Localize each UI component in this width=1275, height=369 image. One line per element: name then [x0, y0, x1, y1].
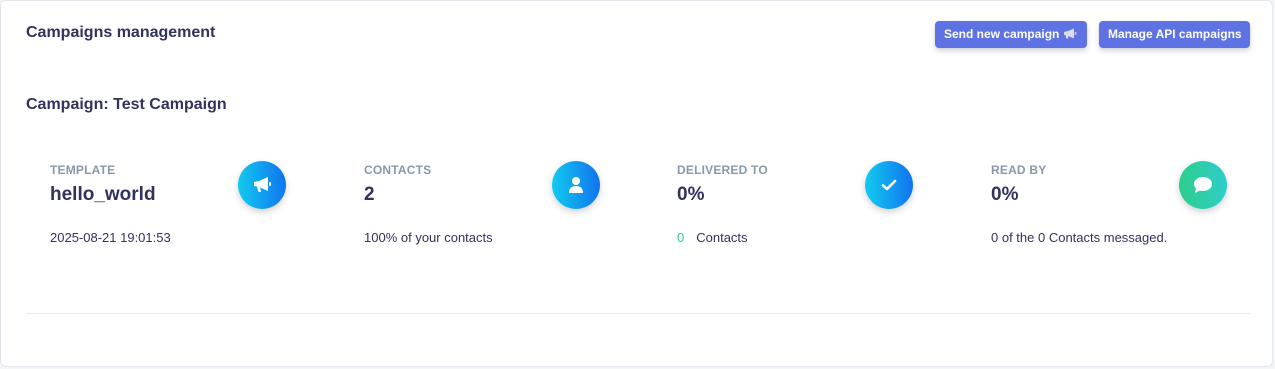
send-new-campaign-button[interactable]: Send new campaign: [935, 21, 1087, 48]
stat-read-label: READ BY: [991, 163, 1047, 177]
stat-contacts-footer: 100% of your contacts: [364, 230, 493, 245]
campaign-title: Campaign: Test Campaign: [26, 96, 227, 113]
stat-template-footer: 2025-08-21 19:01:53: [50, 230, 171, 245]
chat-bubble-icon: [1179, 161, 1227, 209]
send-new-campaign-label: Send new campaign: [944, 27, 1060, 41]
divider: [26, 313, 1250, 314]
stat-template-value: hello_world: [50, 184, 156, 205]
stat-read-footer: 0 of the 0 Contacts messaged.: [991, 230, 1168, 245]
stat-contacts: CONTACTS 2 100% of your contacts: [364, 161, 614, 251]
manage-api-campaigns-button[interactable]: Manage API campaigns: [1099, 21, 1250, 48]
stat-delivered-value: 0%: [677, 184, 705, 205]
stat-delivered-footer: 0 Contacts: [677, 230, 748, 245]
stat-contacts-label: CONTACTS: [364, 163, 432, 177]
stat-delivered-label: DELIVERED TO: [677, 163, 768, 177]
stat-contacts-value: 2: [364, 184, 375, 205]
stat-delivered-footer-text: Contacts: [696, 230, 748, 245]
stat-delivered: DELIVERED TO 0% 0 Contacts: [677, 161, 927, 251]
stat-read-value: 0%: [991, 184, 1019, 205]
campaign-card: Campaigns management Send new campaign M…: [0, 0, 1273, 367]
user-icon: [552, 161, 600, 209]
stat-template: TEMPLATE hello_world 2025-08-21 19:01:53: [50, 161, 300, 251]
checkmark-icon: [865, 161, 913, 209]
stat-delivered-count: 0: [677, 230, 685, 245]
stat-template-label: TEMPLATE: [50, 163, 116, 177]
megaphone-icon: [1063, 28, 1077, 41]
stat-read: READ BY 0% 0 of the 0 Contacts messaged.: [991, 161, 1241, 251]
page-title: Campaigns management: [26, 24, 216, 41]
megaphone-icon: [238, 161, 286, 209]
